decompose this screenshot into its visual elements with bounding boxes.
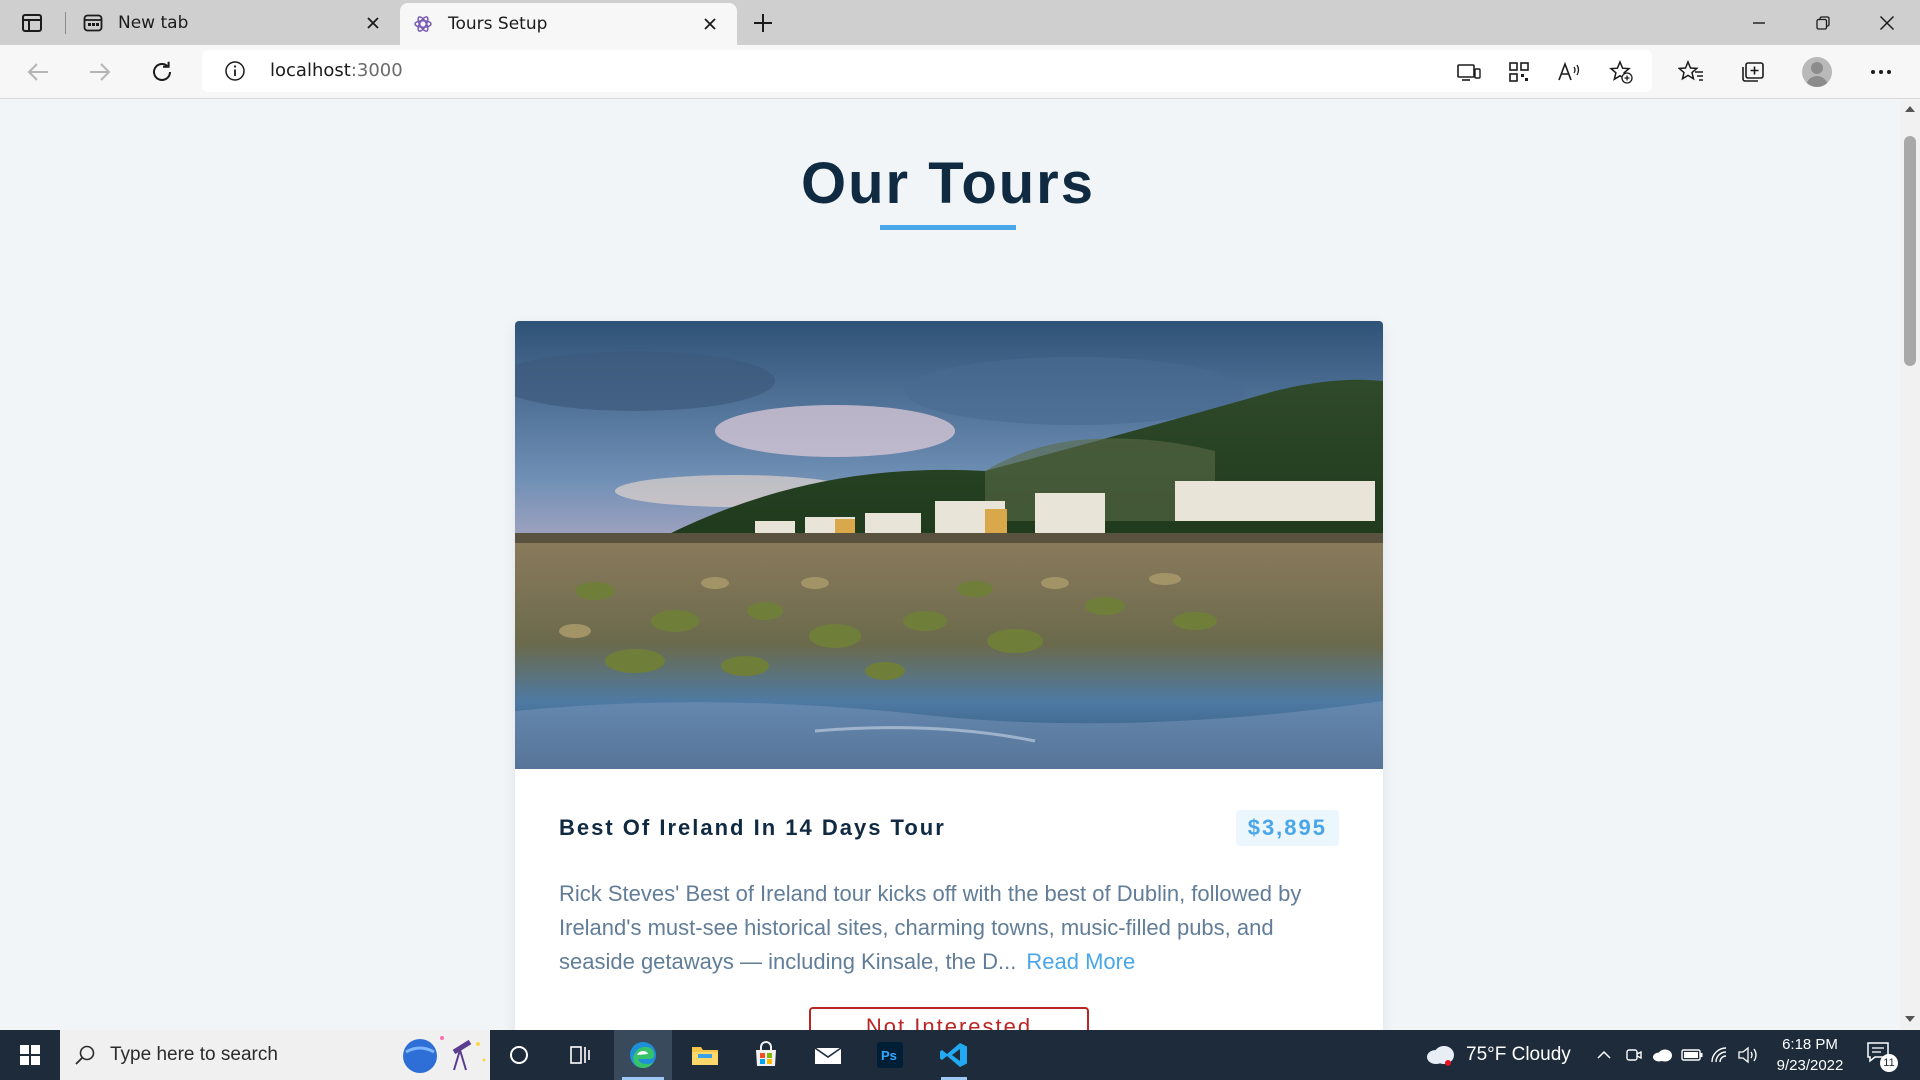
tour-price: $3,895 [1235, 810, 1339, 846]
restore-icon[interactable] [1792, 0, 1854, 45]
close-icon[interactable] [699, 13, 721, 35]
tour-description: Rick Steves' Best of Ireland tour kicks … [559, 877, 1339, 979]
qr-code-icon[interactable] [1506, 60, 1532, 84]
weather-text: 75°F Cloudy [1466, 1044, 1571, 1065]
more-menu-icon[interactable] [1866, 57, 1896, 87]
minimize-icon[interactable] [1728, 0, 1790, 45]
file-explorer-icon[interactable] [676, 1030, 734, 1080]
close-icon[interactable] [362, 12, 384, 34]
read-aloud-icon[interactable] [1556, 60, 1582, 84]
edge-browser-icon[interactable] [614, 1030, 672, 1080]
clock-time: 6:18 PM [1782, 1036, 1838, 1053]
browser-toolbar: localhost:3000 [0, 45, 1920, 99]
back-arrow-icon[interactable] [22, 57, 54, 87]
photoshop-icon[interactable]: Ps [861, 1030, 919, 1080]
tab-actions-icon[interactable] [18, 10, 46, 36]
tour-description-text: Rick Steves' Best of Ireland tour kicks … [559, 881, 1302, 974]
scroll-down-arrow-icon[interactable] [1905, 1016, 1915, 1022]
not-interested-button[interactable]: Not Interested [809, 1007, 1089, 1030]
page-title: Our Tours [800, 151, 1096, 216]
notification-badge: 11 [1880, 1054, 1898, 1072]
page-viewport: Our Tours Best Of Ireland In 14 Days Tou… [0, 100, 1900, 1030]
windows-taskbar: Type here to search Ps 75°F Cloudy 6:18 … [0, 1030, 1920, 1080]
app-available-icon[interactable] [1456, 60, 1482, 84]
collections-icon[interactable] [1738, 57, 1768, 87]
microsoft-store-icon[interactable] [737, 1030, 795, 1080]
add-favorite-icon[interactable] [1608, 60, 1634, 84]
favorites-icon[interactable] [1676, 57, 1706, 87]
vscode-icon[interactable] [925, 1030, 983, 1080]
tour-image [515, 321, 1383, 769]
refresh-icon[interactable] [146, 57, 178, 87]
newtab-icon [82, 12, 104, 34]
tab-label: New tab [118, 12, 189, 33]
address-bar[interactable]: localhost:3000 [202, 50, 1652, 92]
search-placeholder: Type here to search [110, 1044, 278, 1065]
forward-arrow-icon[interactable] [84, 57, 116, 87]
cloud-icon [1427, 1046, 1454, 1066]
show-hidden-icons-chevron-icon[interactable] [1592, 1043, 1616, 1067]
notification-center-icon[interactable]: 11 [1866, 1041, 1898, 1072]
site-info-icon[interactable] [224, 60, 246, 82]
volume-icon[interactable] [1736, 1043, 1760, 1067]
scrollbar-thumb[interactable] [1904, 136, 1916, 366]
onedrive-icon[interactable] [1650, 1043, 1674, 1067]
profile-avatar[interactable] [1802, 57, 1832, 87]
battery-icon[interactable] [1680, 1043, 1704, 1067]
new-tab-plus-icon[interactable] [748, 8, 778, 38]
tour-title: Best Of Ireland In 14 Days Tour [559, 815, 946, 840]
browser-tab-strip: New tab Tours Setup [0, 0, 1920, 45]
tab-label: Tours Setup [448, 14, 548, 34]
weather-widget[interactable]: 75°F Cloudy [1424, 1030, 1571, 1080]
scroll-up-arrow-icon[interactable] [1905, 106, 1915, 112]
url-host: localhost [270, 60, 351, 81]
clock-date: 9/23/2022 [1776, 1057, 1844, 1074]
cortana-icon[interactable] [490, 1030, 548, 1080]
url-port: :3000 [350, 60, 403, 81]
window-close-icon[interactable] [1856, 0, 1918, 45]
tour-card: Best Of Ireland In 14 Days Tour $3,895 R… [515, 321, 1383, 1030]
tab-new-tab[interactable]: New tab [70, 0, 400, 45]
read-more-button[interactable]: Read More [1026, 949, 1135, 974]
url-text[interactable]: localhost:3000 [270, 60, 403, 81]
title-underline [880, 225, 1016, 230]
taskbar-clock[interactable]: 6:18 PM 9/23/2022 [1764, 1034, 1856, 1076]
taskbar-search-box[interactable]: Type here to search [60, 1030, 490, 1080]
meet-now-icon[interactable] [1622, 1043, 1646, 1067]
wifi-icon[interactable] [1708, 1043, 1732, 1067]
windows-start-icon[interactable] [0, 1030, 60, 1080]
tab-tours-setup[interactable]: Tours Setup [400, 3, 737, 45]
tab-separator [65, 12, 66, 34]
task-view-icon[interactable] [551, 1030, 609, 1080]
tours-favicon [412, 13, 434, 35]
search-icon [74, 1044, 96, 1066]
page-scrollbar[interactable] [1900, 100, 1920, 1030]
search-highlight-telescope-icon [403, 1036, 486, 1073]
svg-text:Ps: Ps [881, 1048, 897, 1063]
mail-icon[interactable] [799, 1030, 857, 1080]
